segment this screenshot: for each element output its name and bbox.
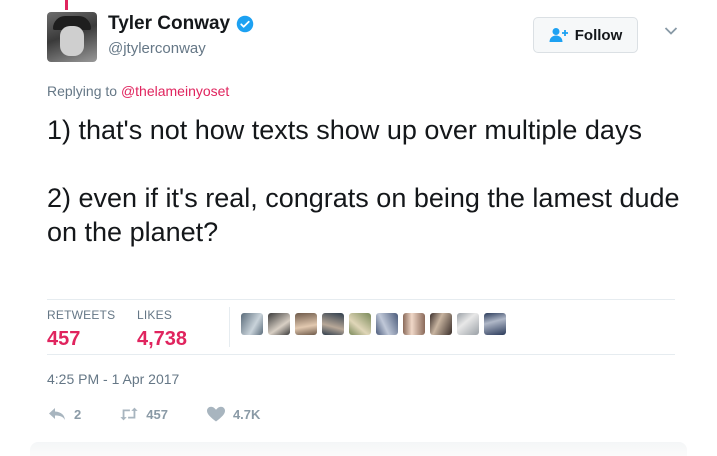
replying-to: Replying to @thelameinyoset (47, 83, 229, 99)
heart-icon (206, 406, 225, 422)
liker-avatar[interactable] (484, 313, 506, 335)
liker-avatar[interactable] (376, 313, 398, 335)
like-action[interactable]: 4.7K (206, 406, 260, 422)
liker-avatar[interactable] (295, 313, 317, 335)
author-name[interactable]: Tyler Conway (108, 13, 230, 35)
author-avatar[interactable] (47, 12, 97, 62)
retweet-icon (120, 407, 138, 421)
like-count: 4.7K (232, 406, 261, 422)
liker-avatar[interactable] (403, 313, 425, 335)
retweets-label: RETWEETS (47, 308, 116, 322)
liker-avatar[interactable] (322, 313, 344, 335)
liker-avatar[interactable] (430, 313, 452, 335)
retweets-stat[interactable]: RETWEETS 457 (47, 308, 115, 351)
liker-avatar[interactable] (268, 313, 290, 335)
liker-avatar[interactable] (241, 313, 263, 335)
tweet-text: 1) that's not how texts show up over mul… (47, 115, 680, 247)
replying-to-prefix: Replying to (47, 83, 121, 99)
likes-stat[interactable]: LIKES 4,738 (137, 308, 187, 351)
likes-label: LIKES (137, 308, 173, 322)
tweet-timestamp[interactable]: 4:25 PM - 1 Apr 2017 (47, 371, 179, 387)
thread-connector-line (65, 0, 68, 10)
stats-separator (229, 307, 230, 347)
author-handle[interactable]: @jtylerconway (108, 40, 206, 57)
stats-divider-bottom (47, 354, 675, 355)
follow-button-label: Follow (574, 26, 623, 44)
add-user-icon (549, 28, 568, 42)
retweet-count: 457 (146, 406, 168, 422)
reply-mention-link[interactable]: @thelameinyoset (121, 83, 229, 99)
stats-divider-top (47, 299, 675, 300)
chevron-down-icon[interactable] (664, 26, 678, 36)
reply-icon (49, 408, 65, 420)
author-name-row: Tyler Conway (108, 13, 254, 35)
retweet-action[interactable]: 457 (119, 406, 168, 422)
tweet-actions: 2 457 4.7K (47, 406, 298, 422)
liker-avatar[interactable] (349, 313, 371, 335)
reply-action[interactable]: 2 (47, 406, 81, 422)
likes-value: 4,738 (137, 328, 188, 350)
next-card-edge (30, 442, 687, 456)
liker-avatars (241, 313, 511, 335)
reply-count: 2 (74, 406, 82, 422)
follow-button[interactable]: Follow (533, 17, 638, 53)
avatar-face (60, 26, 84, 56)
verified-badge-icon (236, 15, 254, 33)
retweets-value: 457 (47, 328, 81, 350)
liker-avatar[interactable] (457, 313, 479, 335)
